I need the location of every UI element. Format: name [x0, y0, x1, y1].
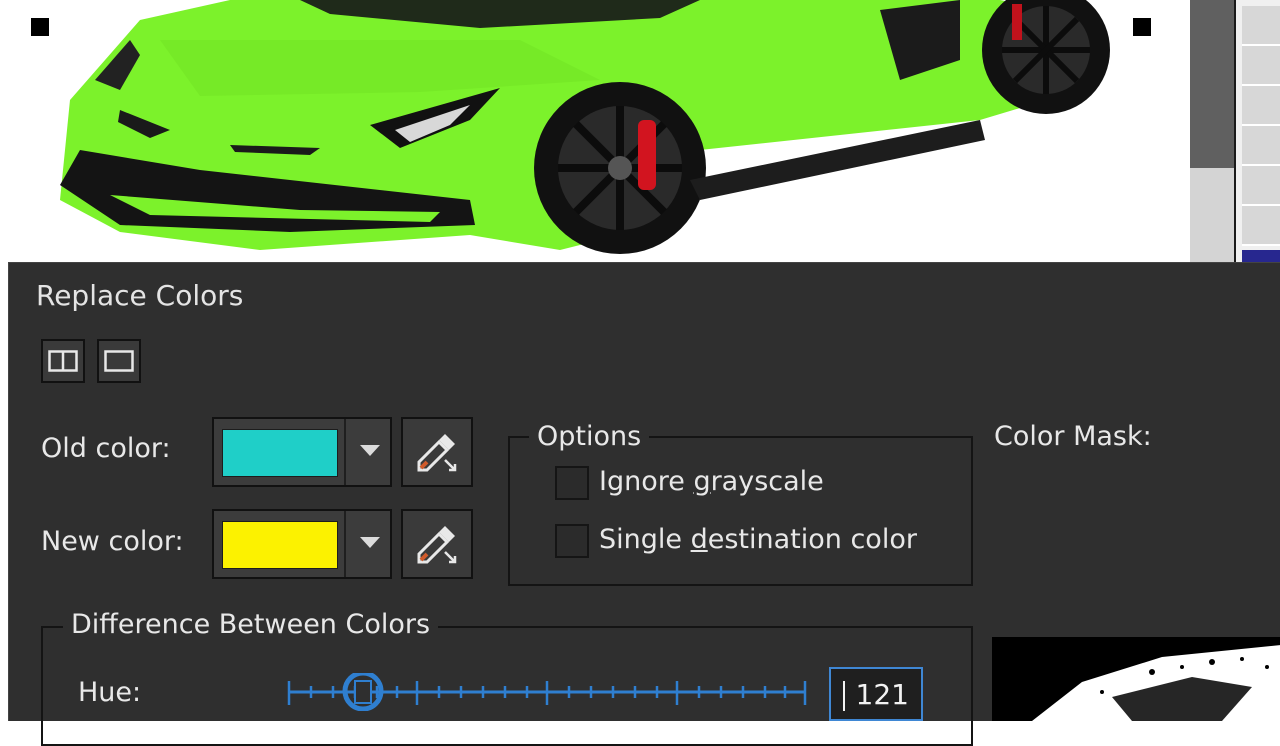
- options-title: Options: [529, 421, 650, 452]
- difference-title: Difference Between Colors: [63, 609, 439, 640]
- side-panel: [1234, 0, 1280, 262]
- eyedropper-icon: [417, 434, 457, 472]
- image-canvas[interactable]: [0, 0, 1280, 262]
- replace-colors-dialog: Replace Colors Old color: New color: Opt…: [8, 262, 1280, 746]
- new-color-label: New color:: [41, 526, 184, 557]
- hue-value-input[interactable]: 121: [829, 667, 923, 721]
- old-color-eyedropper-button[interactable]: [401, 417, 473, 487]
- split-view-icon: [48, 350, 78, 372]
- color-mask-label: Color Mask:: [994, 421, 1152, 452]
- color-mask-preview: [992, 637, 1280, 721]
- vertical-scrollbar[interactable]: [1190, 0, 1234, 262]
- single-view-button[interactable]: [97, 339, 141, 383]
- new-color-swatch: [222, 521, 338, 569]
- eyedropper-icon: [417, 526, 457, 564]
- old-color-dropdown[interactable]: [212, 417, 392, 487]
- car-image: [60, 0, 1110, 254]
- dropdown-arrow-icon: [360, 445, 380, 456]
- selection-handle[interactable]: [31, 18, 49, 36]
- ignore-grayscale-label[interactable]: Ignore grayscale: [599, 466, 824, 497]
- old-color-label: Old color:: [41, 433, 171, 464]
- hue-value: 121: [855, 677, 909, 711]
- dialog-title: Replace Colors: [36, 279, 244, 312]
- new-color-dropdown[interactable]: [212, 509, 392, 579]
- single-view-icon: [104, 350, 134, 372]
- selection-handle[interactable]: [1133, 18, 1151, 36]
- split-view-button[interactable]: [41, 339, 85, 383]
- single-destination-checkbox[interactable]: [555, 524, 589, 558]
- new-color-eyedropper-button[interactable]: [401, 509, 473, 579]
- hue-label: Hue:: [78, 677, 142, 708]
- scrollbar-thumb[interactable]: [1190, 0, 1234, 168]
- hue-slider[interactable]: [287, 673, 807, 711]
- old-color-swatch: [222, 429, 338, 477]
- ignore-grayscale-checkbox[interactable]: [555, 466, 589, 500]
- dropdown-arrow-icon: [360, 537, 380, 548]
- options-group: [508, 436, 973, 586]
- single-destination-label[interactable]: Single destination color: [599, 524, 917, 555]
